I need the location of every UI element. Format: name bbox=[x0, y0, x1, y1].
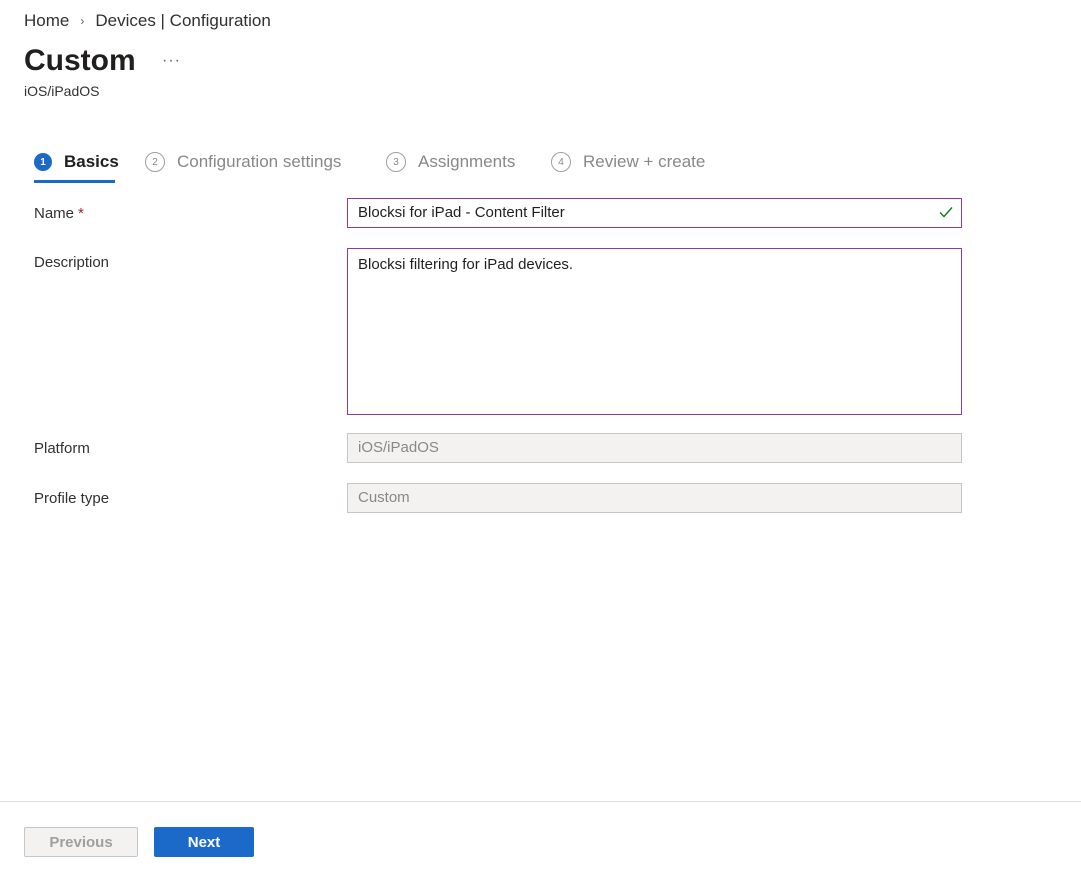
platform-value: iOS/iPadOS bbox=[358, 439, 439, 456]
step-label: Assignments bbox=[418, 152, 516, 171]
tab-review-create[interactable]: 4 Review + create bbox=[551, 148, 705, 176]
step-number-badge: 1 bbox=[34, 153, 52, 171]
breadcrumb-home-link[interactable]: Home bbox=[24, 11, 69, 31]
breadcrumb: Home › Devices | Configuration bbox=[24, 11, 271, 31]
tab-basics[interactable]: 1 Basics bbox=[34, 148, 119, 176]
required-indicator: * bbox=[78, 205, 84, 222]
active-step-underline bbox=[34, 180, 115, 183]
profile-type-value: Custom bbox=[358, 489, 410, 506]
step-number-badge: 4 bbox=[551, 152, 571, 172]
description-label: Description bbox=[34, 254, 110, 271]
tab-assignments[interactable]: 3 Assignments bbox=[386, 148, 515, 176]
page-title: Custom bbox=[24, 44, 136, 77]
step-number-badge: 3 bbox=[386, 152, 406, 172]
name-input-value: Blocksi for iPad - Content Filter bbox=[358, 204, 565, 221]
step-label: Review + create bbox=[583, 152, 706, 171]
page-subtitle: iOS/iPadOS bbox=[24, 83, 100, 99]
name-input[interactable]: Blocksi for iPad - Content Filter bbox=[347, 198, 962, 228]
description-textarea[interactable]: Blocksi filtering for iPad devices. bbox=[347, 248, 962, 415]
step-label: Basics bbox=[64, 152, 119, 171]
step-number-badge: 2 bbox=[145, 152, 165, 172]
breadcrumb-current-link[interactable]: Devices | Configuration bbox=[95, 11, 270, 31]
footer-divider bbox=[0, 801, 1081, 802]
tab-configuration-settings[interactable]: 2 Configuration settings bbox=[145, 148, 341, 176]
wizard-steps: 1 Basics 2 Configuration settings 3 Assi… bbox=[34, 148, 734, 184]
name-label-text: Name bbox=[34, 205, 75, 222]
more-options-icon[interactable]: ··· bbox=[162, 52, 181, 70]
description-value: Blocksi filtering for iPad devices. bbox=[358, 256, 574, 273]
platform-field: iOS/iPadOS bbox=[347, 433, 962, 463]
name-label: Name * bbox=[34, 205, 84, 222]
checkmark-icon bbox=[939, 207, 953, 218]
platform-label: Platform bbox=[34, 440, 90, 457]
next-button[interactable]: Next bbox=[154, 827, 254, 857]
profile-type-field: Custom bbox=[347, 483, 962, 513]
profile-type-label: Profile type bbox=[34, 490, 110, 507]
chevron-right-icon: › bbox=[80, 14, 85, 28]
step-label: Configuration settings bbox=[177, 152, 342, 171]
previous-button[interactable]: Previous bbox=[24, 827, 138, 857]
